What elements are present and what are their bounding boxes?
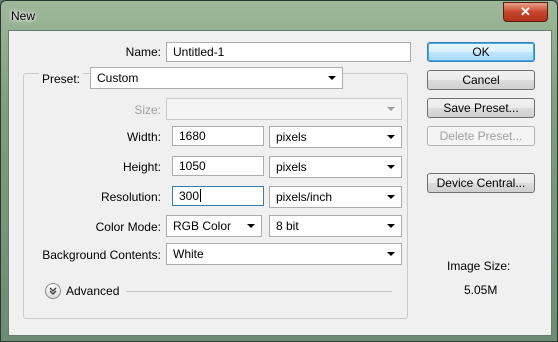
name-label: Name:: [125, 45, 161, 59]
new-document-dialog: New ✕ Name: Untitled-1 Preset: Custom Si…: [0, 0, 558, 342]
height-unit-value: pixels: [276, 160, 307, 174]
background-contents-label: Background Contents:: [42, 248, 161, 262]
color-mode-select[interactable]: RGB Color: [166, 215, 262, 237]
ok-button[interactable]: OK: [427, 42, 535, 62]
chevron-down-icon: [387, 165, 395, 169]
window-title: New: [11, 9, 36, 23]
chevron-down-icon: [387, 135, 395, 139]
title-bar[interactable]: New ✕: [1, 1, 557, 29]
bit-depth-select[interactable]: 8 bit: [269, 215, 402, 237]
resolution-value: 300: [179, 189, 200, 203]
delete-preset-button: Delete Preset...: [427, 126, 535, 146]
image-size-value: 5.05M: [464, 283, 498, 297]
device-central-button[interactable]: Device Central...: [427, 173, 535, 193]
chevron-down-icon: [247, 224, 255, 228]
image-size-label: Image Size:: [447, 259, 511, 273]
chevron-down-icon: [328, 76, 336, 80]
bit-depth-value: 8 bit: [276, 219, 299, 233]
save-preset-button[interactable]: Save Preset...: [427, 98, 535, 118]
background-contents-value: White: [173, 247, 204, 261]
color-mode-value: RGB Color: [173, 219, 232, 233]
advanced-divider: [126, 291, 392, 292]
color-mode-label: Color Mode:: [95, 220, 161, 234]
dialog-body: Name: Untitled-1 Preset: Custom Size: Wi…: [8, 30, 552, 336]
height-unit-select[interactable]: pixels: [269, 156, 402, 178]
width-unit-value: pixels: [276, 130, 307, 144]
text-cursor: [200, 189, 202, 202]
preset-label: Preset:: [38, 72, 83, 86]
double-chevron-down-icon: [49, 287, 57, 295]
advanced-toggle-icon[interactable]: [45, 283, 61, 299]
resolution-label: Resolution:: [100, 190, 161, 204]
resolution-unit-select[interactable]: pixels/inch: [269, 186, 402, 208]
background-contents-select[interactable]: White: [166, 243, 402, 265]
chevron-down-icon: [387, 252, 395, 256]
preset-select[interactable]: Custom: [90, 67, 343, 89]
cancel-button[interactable]: Cancel: [427, 70, 535, 90]
preset-value: Custom: [97, 71, 139, 85]
width-unit-select[interactable]: pixels: [269, 126, 402, 148]
height-input[interactable]: 1050: [172, 156, 264, 176]
resolution-input[interactable]: 300: [172, 186, 264, 206]
chevron-down-icon: [387, 195, 395, 199]
chevron-down-icon: [387, 107, 395, 111]
chevron-down-icon: [387, 224, 395, 228]
size-label: Size:: [134, 103, 161, 117]
close-button[interactable]: ✕: [503, 2, 548, 22]
size-select: [166, 98, 402, 120]
height-label: Height:: [122, 160, 161, 174]
name-input[interactable]: Untitled-1: [166, 42, 411, 62]
resolution-unit-value: pixels/inch: [276, 190, 333, 204]
close-icon: ✕: [520, 4, 531, 19]
advanced-label[interactable]: Advanced: [66, 284, 119, 298]
width-input[interactable]: 1680: [172, 126, 264, 146]
width-label: Width:: [126, 130, 161, 144]
